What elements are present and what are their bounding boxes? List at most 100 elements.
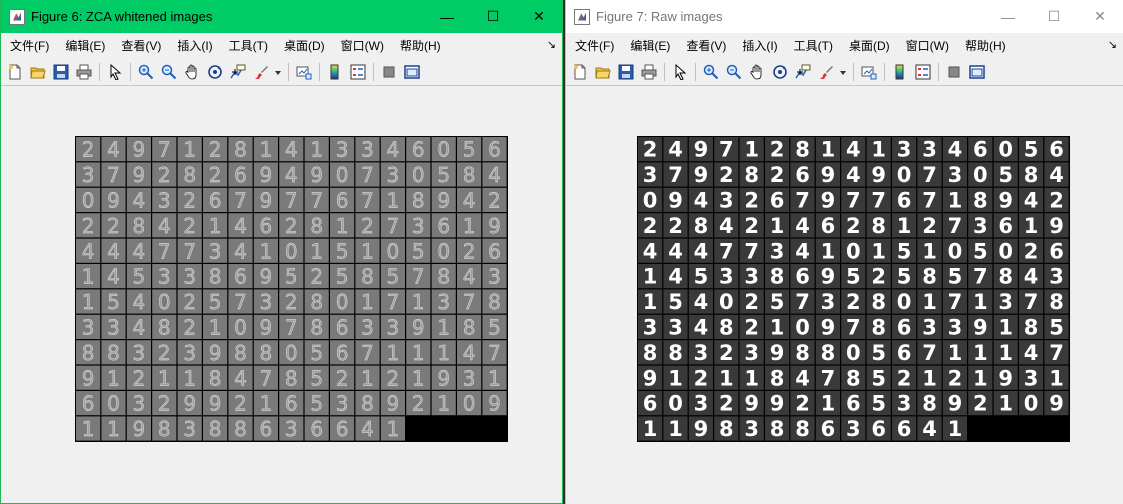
pointer-icon[interactable] xyxy=(105,62,124,81)
pan-hand-icon[interactable] xyxy=(747,62,766,81)
open-file-icon[interactable] xyxy=(28,62,47,81)
menu-help[interactable]: 帮助(H) xyxy=(957,37,1014,54)
window-title: Figure 7: Raw images xyxy=(596,9,723,24)
digit-glyph: 1 xyxy=(361,366,374,390)
data-cursor-icon[interactable] xyxy=(228,62,247,81)
menu-help[interactable]: 帮助(H) xyxy=(392,37,449,54)
digit-glyph: 4 xyxy=(694,239,709,263)
dropdown-arrow-icon[interactable] xyxy=(274,62,282,81)
toolbar-separator xyxy=(99,62,100,81)
menu-file[interactable]: 文件(F) xyxy=(1,37,57,54)
raw-image-grid: 2 4 9 7 1 2 8 1 4 1 3 3 4 6 0 5 63 7 9 2 8 2 6 9 4 9 0 7 3 0 5 8 40 9 4 3 2 6… xyxy=(637,136,1070,442)
menu-overflow-icon[interactable]: ↘ xyxy=(547,38,556,51)
menu-insert[interactable]: 插入(I) xyxy=(169,37,220,54)
digit-glyph: 9 xyxy=(668,189,683,213)
rotate-3d-icon[interactable] xyxy=(770,62,789,81)
link-plot-icon[interactable] xyxy=(859,62,878,81)
digit-glyph: 3 xyxy=(82,163,95,187)
close-button[interactable]: ✕ xyxy=(1077,0,1123,33)
window-title: Figure 6: ZCA whitened images xyxy=(31,9,213,24)
pan-hand-icon[interactable] xyxy=(182,62,201,81)
insert-colorbar-icon[interactable] xyxy=(325,62,344,81)
save-icon[interactable] xyxy=(51,62,70,81)
digit-glyph: 4 xyxy=(107,239,120,263)
hide-plot-tools-icon[interactable] xyxy=(944,62,963,81)
digit-glyph: 3 xyxy=(770,239,785,263)
digit-glyph: 5 xyxy=(310,341,323,365)
digit-glyph: 1 xyxy=(209,316,222,340)
digit-glyph: 6 xyxy=(336,417,349,441)
title-bar[interactable]: Figure 6: ZCA whitened images — ☐ ✕ xyxy=(1,0,562,33)
new-figure-icon[interactable] xyxy=(5,62,24,81)
menu-desktop[interactable]: 桌面(D) xyxy=(276,37,333,54)
digit-glyph: 6 xyxy=(336,316,349,340)
digit-glyph: 1 xyxy=(948,341,963,365)
close-button[interactable]: ✕ xyxy=(516,0,562,33)
digit-glyph: 3 xyxy=(719,265,734,289)
digit-glyph: 1 xyxy=(488,366,501,390)
brush-icon[interactable] xyxy=(251,62,270,81)
digit-glyph: 4 xyxy=(668,239,683,263)
digit-glyph: 6 xyxy=(437,214,450,238)
menu-window[interactable]: 窗口(W) xyxy=(333,37,392,54)
digit-glyph: 3 xyxy=(846,417,861,441)
digit-glyph: 8 xyxy=(744,163,759,187)
maximize-button[interactable]: ☐ xyxy=(470,0,516,33)
menu-overflow-icon[interactable]: ↘ xyxy=(1108,38,1117,51)
digit-glyph: 4 xyxy=(234,366,247,390)
menu-desktop[interactable]: 桌面(D) xyxy=(841,37,898,54)
print-icon[interactable] xyxy=(639,62,658,81)
menu-view[interactable]: 查看(V) xyxy=(113,37,169,54)
digit-glyph: 6 xyxy=(821,214,836,238)
menu-view[interactable]: 查看(V) xyxy=(678,37,734,54)
zoom-in-icon[interactable] xyxy=(136,62,155,81)
zoom-out-icon[interactable] xyxy=(159,62,178,81)
digit-glyph: 2 xyxy=(82,138,95,162)
insert-legend-icon[interactable] xyxy=(913,62,932,81)
data-cursor-icon[interactable] xyxy=(793,62,812,81)
maximize-button[interactable]: ☐ xyxy=(1031,0,1077,33)
new-figure-icon[interactable] xyxy=(570,62,589,81)
digit-glyph: 0 xyxy=(846,341,861,365)
menu-tools[interactable]: 工具(T) xyxy=(786,37,841,54)
insert-legend-icon[interactable] xyxy=(348,62,367,81)
menu-file[interactable]: 文件(F) xyxy=(566,37,622,54)
show-plot-tools-icon[interactable] xyxy=(402,62,421,81)
insert-colorbar-icon[interactable] xyxy=(890,62,909,81)
digit-glyph: 9 xyxy=(821,163,836,187)
menu-edit[interactable]: 编辑(E) xyxy=(57,37,113,54)
toolbar-separator xyxy=(853,62,854,81)
title-bar[interactable]: Figure 7: Raw images — ☐ ✕ xyxy=(566,0,1123,33)
show-plot-tools-icon[interactable] xyxy=(967,62,986,81)
digit-glyph: 1 xyxy=(668,366,683,390)
digit-glyph: 2 xyxy=(183,189,196,213)
rotate-3d-icon[interactable] xyxy=(205,62,224,81)
brush-icon[interactable] xyxy=(816,62,835,81)
zoom-in-icon[interactable] xyxy=(701,62,720,81)
digit-glyph: 3 xyxy=(183,417,196,441)
pointer-icon[interactable] xyxy=(670,62,689,81)
open-file-icon[interactable] xyxy=(593,62,612,81)
digit-glyph: 1 xyxy=(871,239,886,263)
menu-window[interactable]: 窗口(W) xyxy=(898,37,957,54)
minimize-button[interactable]: — xyxy=(424,0,470,33)
digit-glyph: 9 xyxy=(209,392,222,416)
digit-glyph: 0 xyxy=(897,163,912,187)
digit-glyph: 1 xyxy=(209,214,222,238)
link-plot-icon[interactable] xyxy=(294,62,313,81)
digit-glyph: 1 xyxy=(310,239,323,263)
dropdown-arrow-icon[interactable] xyxy=(839,62,847,81)
zoom-out-icon[interactable] xyxy=(724,62,743,81)
digit-glyph: 5 xyxy=(871,341,886,365)
hide-plot-tools-icon[interactable] xyxy=(379,62,398,81)
digit-glyph: 1 xyxy=(260,239,273,263)
minimize-button[interactable]: — xyxy=(985,0,1031,33)
digit-glyph: 3 xyxy=(361,138,374,162)
save-icon[interactable] xyxy=(616,62,635,81)
menu-insert[interactable]: 插入(I) xyxy=(734,37,785,54)
digit-glyph: 9 xyxy=(1049,214,1064,238)
digit-glyph: 1 xyxy=(82,290,95,314)
print-icon[interactable] xyxy=(74,62,93,81)
menu-edit[interactable]: 编辑(E) xyxy=(622,37,678,54)
menu-tools[interactable]: 工具(T) xyxy=(221,37,276,54)
